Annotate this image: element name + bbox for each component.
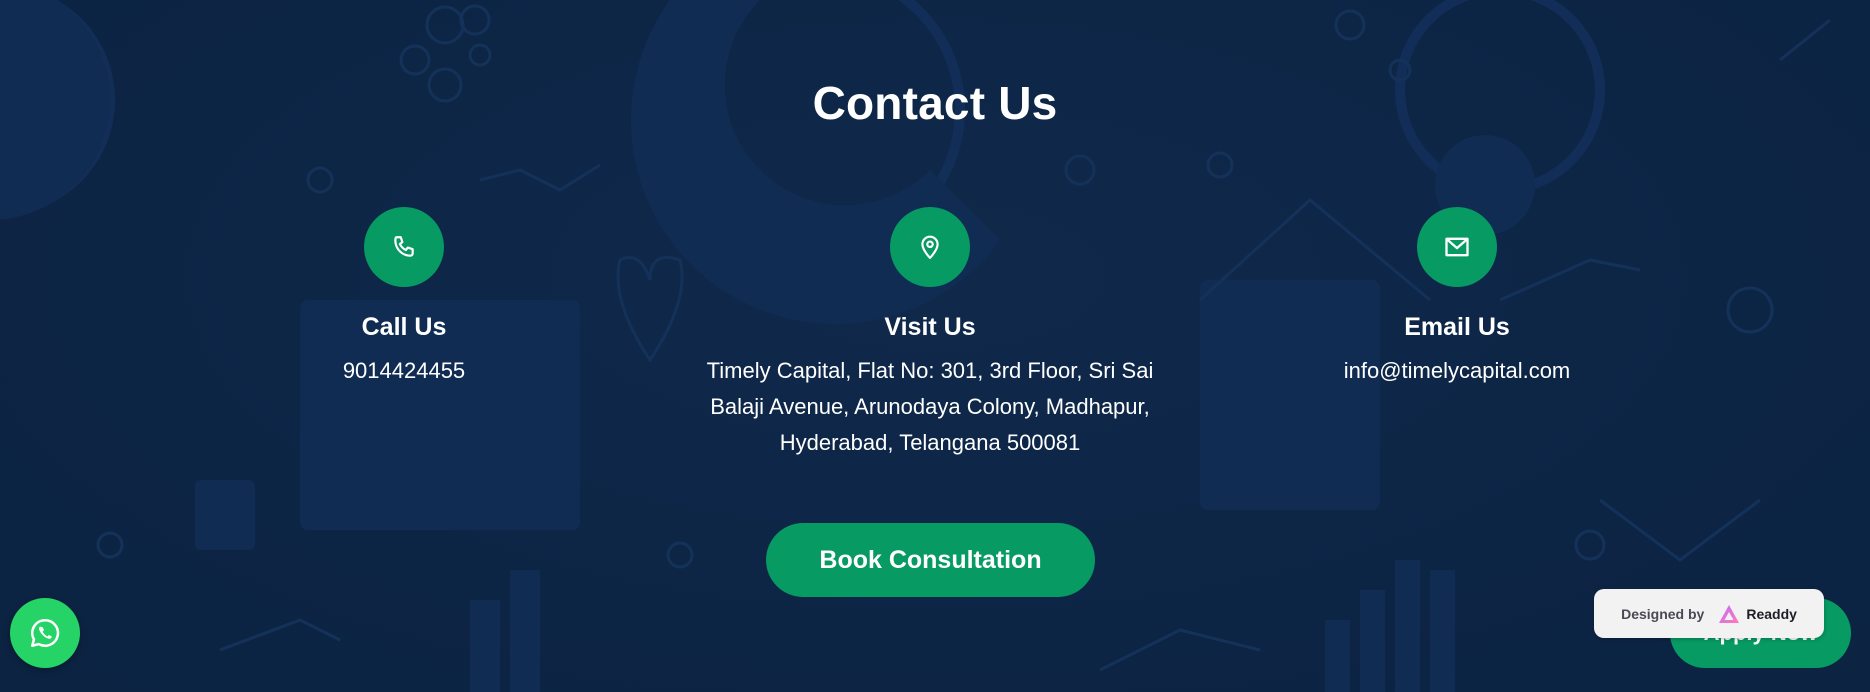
map-pin-icon [890, 207, 970, 287]
contact-visit: Visit Us Timely Capital, Flat No: 301, 3… [670, 207, 1190, 461]
email-us-title: Email Us [1404, 313, 1510, 341]
readdy-brand: Readdy [1746, 605, 1797, 622]
book-consultation-button[interactable]: Book Consultation [766, 523, 1095, 597]
phone-number[interactable]: 9014424455 [144, 353, 664, 389]
readdy-logo-icon [1719, 604, 1740, 623]
contact-call: Call Us 9014424455 [144, 207, 664, 389]
section-title: Contact Us [812, 77, 1058, 129]
call-us-title: Call Us [361, 313, 447, 341]
phone-icon [364, 207, 444, 287]
mail-icon [1417, 207, 1497, 287]
designed-by-badge[interactable]: Designed by Readdy [1594, 589, 1824, 638]
whatsapp-icon [30, 618, 60, 648]
office-address: Timely Capital, Flat No: 301, 3rd Floor,… [706, 358, 1154, 455]
visit-us-title: Visit Us [884, 313, 976, 341]
email-address[interactable]: info@timelycapital.com [1197, 353, 1717, 389]
contact-email: Email Us info@timelycapital.com [1197, 207, 1717, 389]
designed-by-label: Designed by [1621, 605, 1705, 622]
whatsapp-button[interactable] [10, 598, 80, 668]
